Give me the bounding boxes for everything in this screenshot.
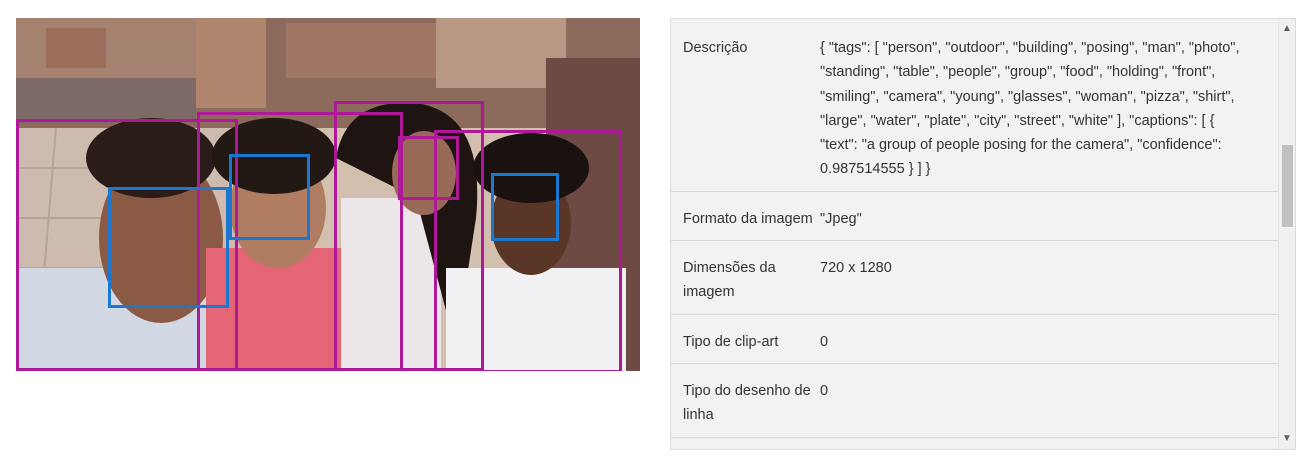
row-value: "Jpeg" xyxy=(820,210,862,227)
row-key: Tipo de clip-art xyxy=(683,333,779,350)
analyzed-photo xyxy=(16,18,640,371)
table-row: Tipo de clip-art 0 xyxy=(671,315,1279,364)
row-value: 0 xyxy=(820,333,829,350)
chevron-down-icon[interactable]: ▼ xyxy=(1279,431,1295,447)
analysis-panel[interactable]: Descrição { "tags": [ "person", "outdoor… xyxy=(670,18,1296,450)
row-key: Dimensões da imagem xyxy=(683,260,776,301)
person-box xyxy=(434,130,622,371)
row-key: Formato da imagem xyxy=(683,210,813,227)
row-value: { "tags": [ "person", "outdoor", "buildi… xyxy=(820,40,1240,178)
chevron-up-icon[interactable]: ▲ xyxy=(1279,21,1295,37)
table-row: Tipo do desenho de linha 0 xyxy=(671,364,1279,438)
face-box xyxy=(229,154,310,240)
vertical-scrollbar[interactable]: ▲ ▼ xyxy=(1278,19,1295,449)
analysis-table: Descrição { "tags": [ "person", "outdoor… xyxy=(671,19,1279,438)
table-row: Dimensões da imagem 720 x 1280 xyxy=(671,241,1279,315)
table-row: Formato da imagem "Jpeg" xyxy=(671,192,1279,242)
table-row: Descrição { "tags": [ "person", "outdoor… xyxy=(671,19,1279,192)
scroll-thumb[interactable] xyxy=(1282,145,1293,227)
row-value: 0 xyxy=(820,382,829,399)
person-face-box xyxy=(398,136,459,200)
face-box xyxy=(491,173,559,241)
row-value: 720 x 1280 xyxy=(820,260,892,277)
row-key: Descrição xyxy=(683,40,748,56)
face-box xyxy=(108,187,229,308)
row-key: Tipo do desenho de linha xyxy=(683,382,811,424)
